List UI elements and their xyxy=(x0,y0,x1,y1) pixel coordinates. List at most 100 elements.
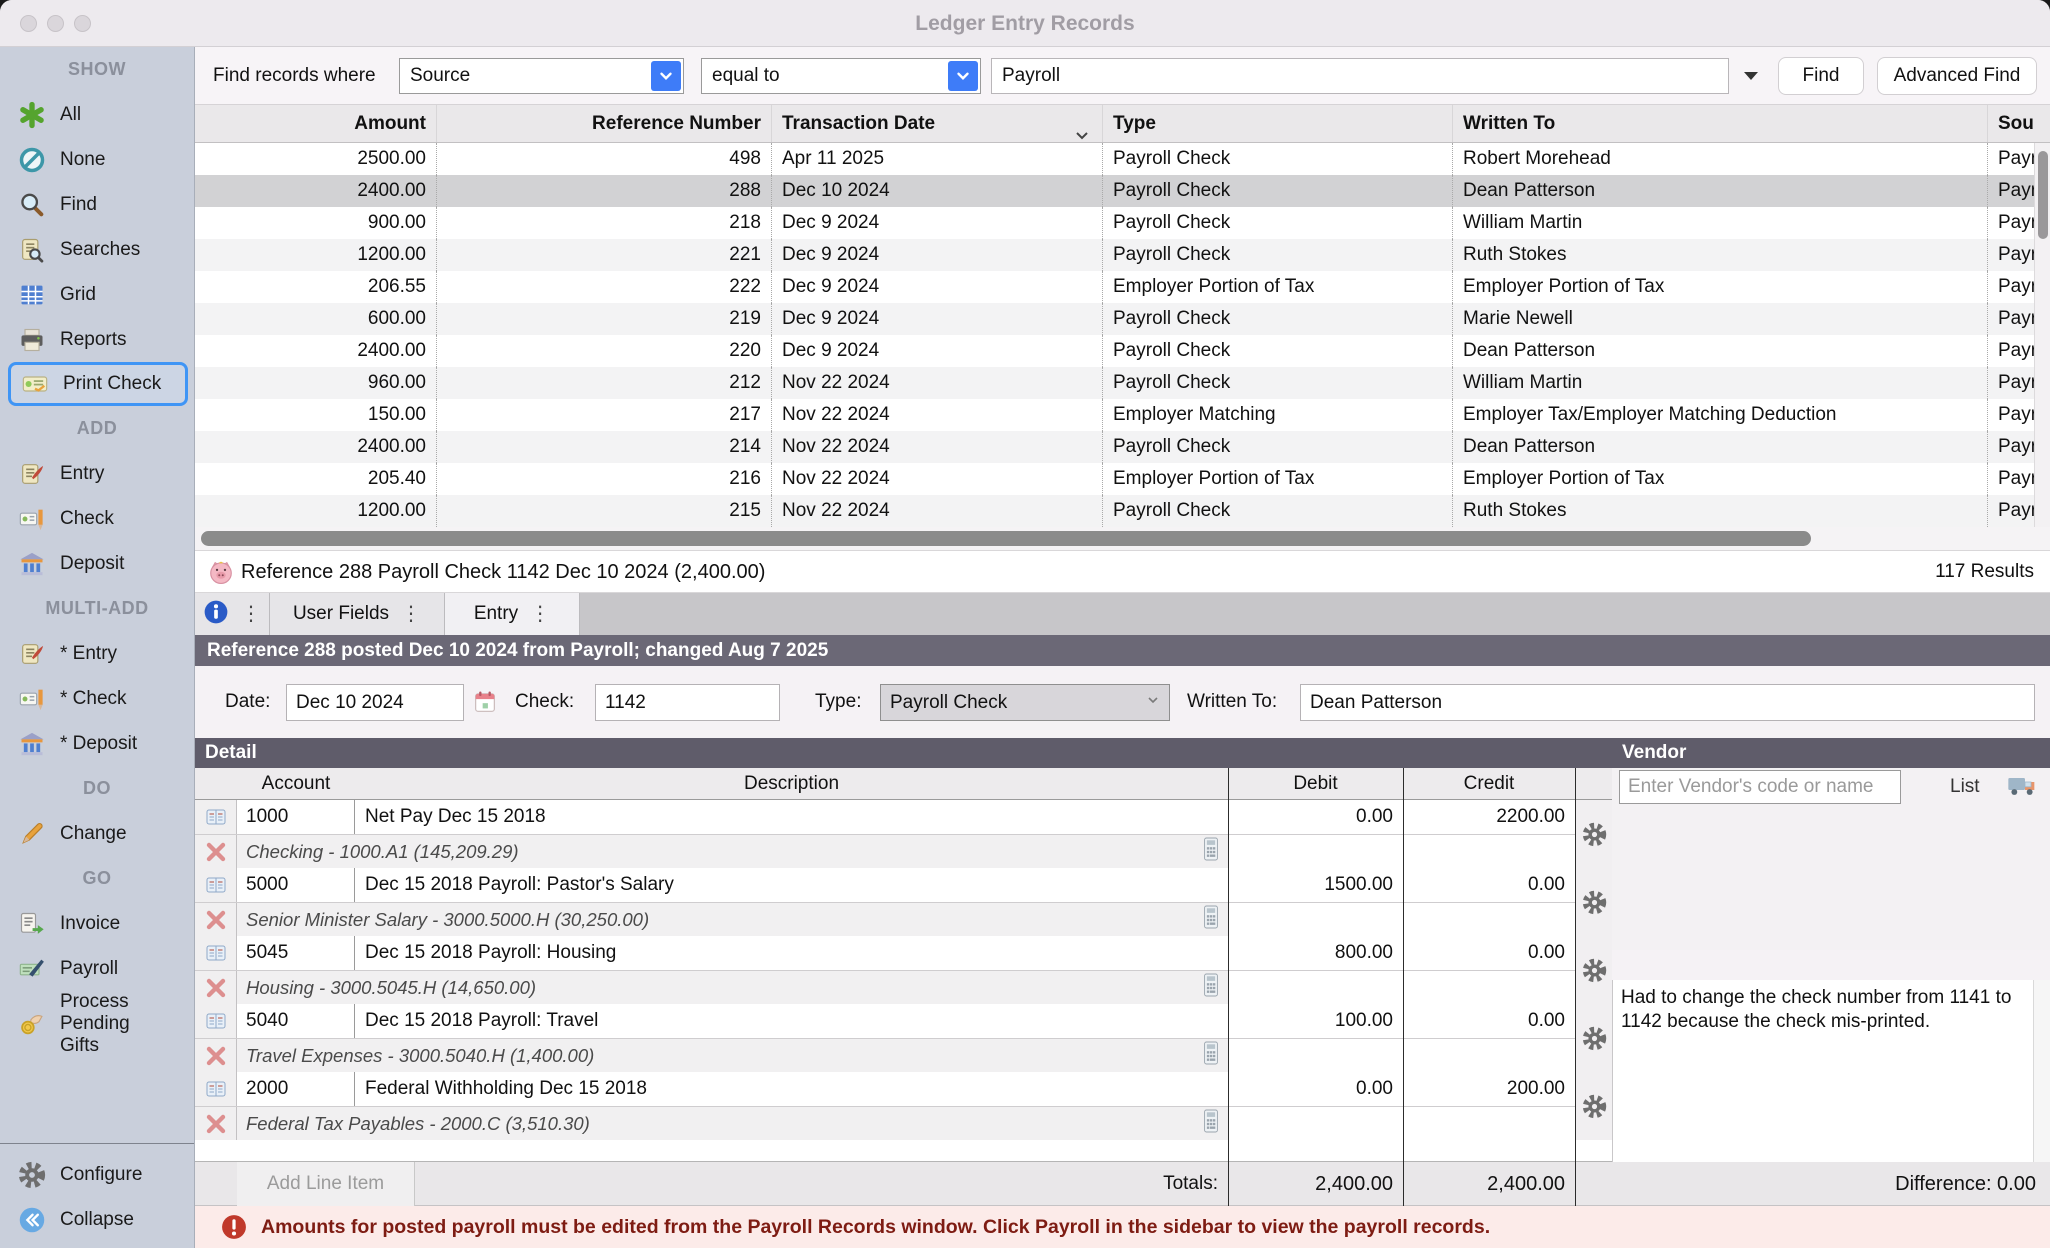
memo-textarea[interactable]: Had to change the check number from 1141… xyxy=(1613,980,2032,1162)
horizontal-scrollbar-thumb[interactable] xyxy=(201,531,1811,546)
sidebar-item-reports[interactable]: Reports xyxy=(0,317,194,362)
sidebar-item-invoice[interactable]: Invoice xyxy=(0,901,194,946)
credit-field-empty[interactable] xyxy=(1403,1039,1575,1072)
calculator-icon[interactable] xyxy=(1200,1040,1222,1071)
line-options-gear-icon[interactable] xyxy=(1575,868,1612,936)
description-field[interactable]: Dec 15 2018 Payroll: Housing xyxy=(355,936,1228,970)
table-row[interactable]: 2400.00220Dec 9 2024Payroll CheckDean Pa… xyxy=(195,335,2050,367)
tab-menu-icon[interactable]: ⋮ xyxy=(401,604,421,624)
vertical-scrollbar-thumb[interactable] xyxy=(2038,151,2048,239)
tab-info[interactable]: ⋮ xyxy=(195,593,270,635)
credit-field[interactable]: 0.00 xyxy=(1403,868,1575,902)
add-line-item-button[interactable]: Add Line Item xyxy=(237,1162,415,1206)
detail-line-row[interactable]: 2000 Federal Withholding Dec 15 2018 0.0… xyxy=(195,1072,1612,1106)
column-header-transaction-date[interactable]: Transaction Date xyxy=(772,105,1103,142)
credit-field-empty[interactable] xyxy=(1403,971,1575,1004)
column-header-type[interactable]: Type xyxy=(1103,105,1453,142)
detail-line-row[interactable]: 1000 Net Pay Dec 15 2018 0.00 2200.00 xyxy=(195,800,1612,834)
debit-field-empty[interactable] xyxy=(1228,971,1403,1004)
calculator-icon[interactable] xyxy=(1200,972,1222,1003)
credit-field-empty[interactable] xyxy=(1403,903,1575,936)
type-select[interactable]: Payroll Check xyxy=(880,684,1170,721)
detail-line-row[interactable]: 5040 Dec 15 2018 Payroll: Travel 100.00 … xyxy=(195,1004,1612,1038)
sidebar-item-searches[interactable]: Searches xyxy=(0,227,194,272)
table-row[interactable]: 2400.00214Nov 22 2024Payroll CheckDean P… xyxy=(195,431,2050,463)
sidebar-item-none[interactable]: None xyxy=(0,137,194,182)
detail-line-row[interactable]: 5000 Dec 15 2018 Payroll: Pastor's Salar… xyxy=(195,868,1612,902)
account-number-field[interactable]: 2000 xyxy=(237,1072,355,1106)
table-row[interactable]: 1200.00215Nov 22 2024Payroll CheckRuth S… xyxy=(195,495,2050,527)
line-options-gear-icon[interactable] xyxy=(1575,936,1612,1004)
delete-line-icon[interactable] xyxy=(195,1107,237,1140)
account-number-field[interactable]: 5040 xyxy=(237,1004,355,1038)
vendor-search-input[interactable] xyxy=(1619,770,1901,804)
column-header-source[interactable]: Source xyxy=(1988,105,2034,142)
check-number-field[interactable] xyxy=(595,684,780,721)
sidebar-item-multi-check[interactable]: * Check xyxy=(0,676,194,721)
description-field[interactable]: Net Pay Dec 15 2018 xyxy=(355,800,1228,834)
credit-field[interactable]: 0.00 xyxy=(1403,1004,1575,1038)
calculator-icon[interactable] xyxy=(1200,904,1222,935)
calculator-icon[interactable] xyxy=(1200,836,1222,867)
find-button[interactable]: Find xyxy=(1778,57,1864,95)
memo-scrollbar[interactable] xyxy=(2033,980,2050,1162)
credit-field-empty[interactable] xyxy=(1403,1107,1575,1140)
line-options-gear-icon[interactable] xyxy=(1575,1004,1612,1072)
calculator-icon[interactable] xyxy=(1200,1108,1222,1139)
sidebar-item-entry[interactable]: Entry xyxy=(0,451,194,496)
truck-icon[interactable] xyxy=(2007,773,2039,804)
credit-field[interactable]: 200.00 xyxy=(1403,1072,1575,1106)
ledger-book-icon[interactable] xyxy=(195,868,237,902)
table-row[interactable]: 960.00212Nov 22 2024Payroll CheckWilliam… xyxy=(195,367,2050,399)
table-row[interactable]: 2500.00498Apr 11 2025Payroll CheckRobert… xyxy=(195,143,2050,175)
credit-field[interactable]: 2200.00 xyxy=(1403,800,1575,834)
delete-line-icon[interactable] xyxy=(195,1039,237,1072)
table-row-selected[interactable]: 2400.00288Dec 10 2024Payroll CheckDean P… xyxy=(195,175,2050,207)
sidebar-item-print-check[interactable]: Print Check xyxy=(8,362,188,406)
line-options-gear-icon[interactable] xyxy=(1575,800,1612,868)
account-number-field[interactable]: 1000 xyxy=(237,800,355,834)
calendar-icon[interactable] xyxy=(471,688,499,721)
debit-field-empty[interactable] xyxy=(1228,1107,1403,1140)
debit-field[interactable]: 800.00 xyxy=(1228,936,1403,970)
table-row[interactable]: 206.55222Dec 9 2024Employer Portion of T… xyxy=(195,271,2050,303)
description-field[interactable]: Federal Withholding Dec 15 2018 xyxy=(355,1072,1228,1106)
delete-line-icon[interactable] xyxy=(195,903,237,936)
column-header-written-to[interactable]: Written To xyxy=(1453,105,1988,142)
column-header-reference-number[interactable]: Reference Number xyxy=(437,105,772,142)
tab-user-fields[interactable]: User Fields ⋮ xyxy=(270,593,445,635)
description-field[interactable]: Dec 15 2018 Payroll: Travel xyxy=(355,1004,1228,1038)
find-operator-select[interactable]: equal to xyxy=(701,58,981,94)
debit-field[interactable]: 0.00 xyxy=(1228,800,1403,834)
account-number-field[interactable]: 5045 xyxy=(237,936,355,970)
debit-field[interactable]: 0.00 xyxy=(1228,1072,1403,1106)
detail-line-row[interactable]: 5045 Dec 15 2018 Payroll: Housing 800.00… xyxy=(195,936,1612,970)
sidebar-item-multi-deposit[interactable]: * Deposit xyxy=(0,721,194,766)
date-field[interactable] xyxy=(286,684,464,721)
sidebar-item-deposit[interactable]: Deposit xyxy=(0,541,194,586)
table-row[interactable]: 150.00217Nov 22 2024Employer MatchingEmp… xyxy=(195,399,2050,431)
vertical-scrollbar[interactable] xyxy=(2034,143,2050,527)
vendor-list-button[interactable]: List xyxy=(1950,770,1980,804)
credit-field[interactable]: 0.00 xyxy=(1403,936,1575,970)
sidebar-item-multi-entry[interactable]: * Entry xyxy=(0,631,194,676)
recent-searches-dropdown-icon[interactable] xyxy=(1741,69,1761,88)
debit-field-empty[interactable] xyxy=(1228,1039,1403,1072)
table-row[interactable]: 1200.00221Dec 9 2024Payroll CheckRuth St… xyxy=(195,239,2050,271)
sidebar-item-collapse[interactable]: Collapse xyxy=(0,1197,194,1242)
description-field[interactable]: Dec 15 2018 Payroll: Pastor's Salary xyxy=(355,868,1228,902)
tab-entry[interactable]: Entry ⋮ xyxy=(445,593,580,635)
tab-menu-icon[interactable]: ⋮ xyxy=(530,604,550,624)
line-options-gear-icon[interactable] xyxy=(1575,1072,1612,1140)
delete-line-icon[interactable] xyxy=(195,835,237,868)
advanced-find-button[interactable]: Advanced Find xyxy=(1877,57,2037,95)
delete-line-icon[interactable] xyxy=(195,971,237,1004)
sidebar-item-configure[interactable]: Configure xyxy=(0,1152,194,1197)
ledger-book-icon[interactable] xyxy=(195,1072,237,1106)
ledger-book-icon[interactable] xyxy=(195,800,237,834)
horizontal-scrollbar[interactable] xyxy=(195,527,2050,551)
credit-field-empty[interactable] xyxy=(1403,835,1575,868)
find-value-input[interactable] xyxy=(991,58,1729,94)
account-number-field[interactable]: 5000 xyxy=(237,868,355,902)
written-to-field[interactable] xyxy=(1300,684,2035,721)
